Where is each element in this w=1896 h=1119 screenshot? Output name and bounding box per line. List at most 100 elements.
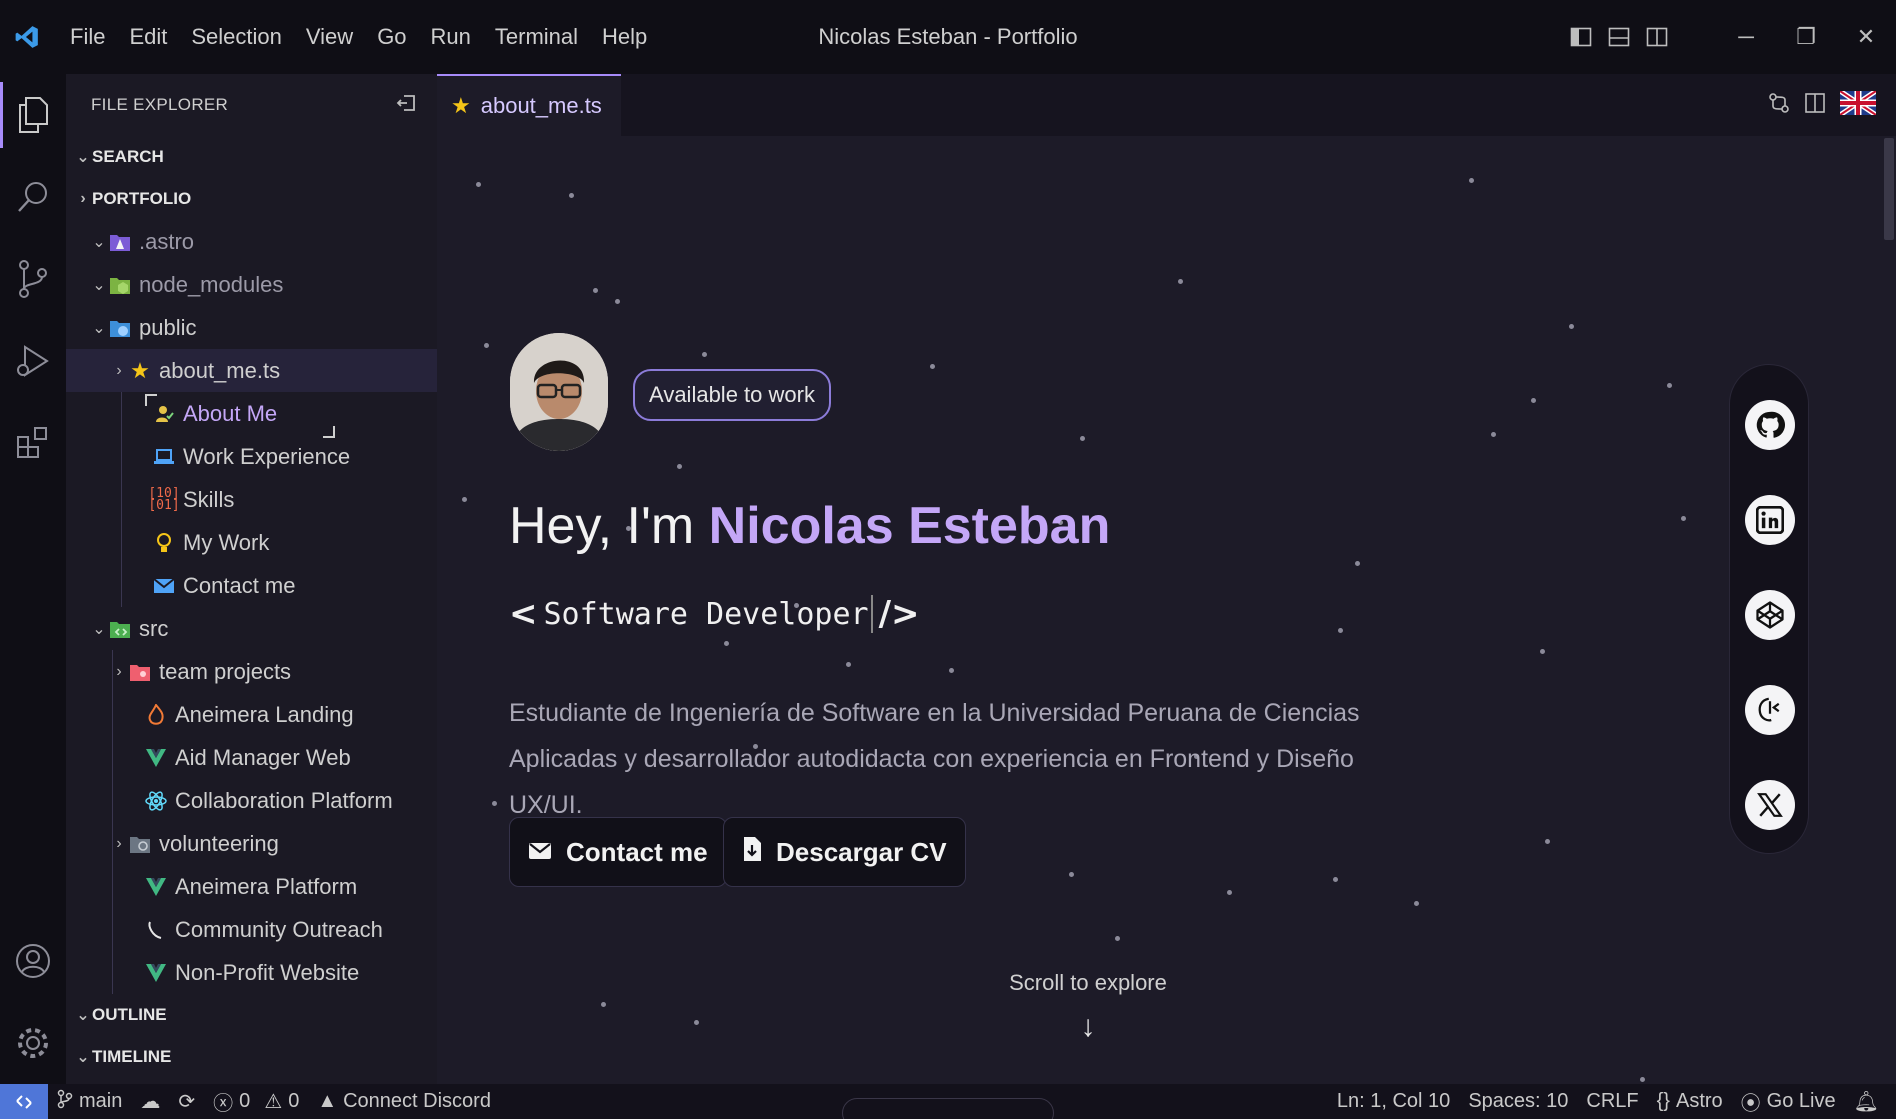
- social-links: [1729, 364, 1809, 854]
- go-live[interactable]: ⦿ Go Live: [1732, 1087, 1845, 1116]
- menu-terminal[interactable]: Terminal: [483, 0, 590, 74]
- minimize-icon[interactable]: ─: [1716, 0, 1776, 74]
- file-about-me[interactable]: › ★ about_me.ts: [66, 349, 437, 392]
- menu-run[interactable]: Run: [419, 0, 483, 74]
- section-timeline[interactable]: ⌄ TIMELINE: [66, 1036, 437, 1078]
- user-check-icon: [152, 402, 176, 426]
- indentation[interactable]: Spaces: 10: [1459, 1090, 1577, 1113]
- restore-icon[interactable]: ❐: [1776, 0, 1836, 74]
- compare-changes-icon[interactable]: [1768, 92, 1790, 119]
- connect-discord[interactable]: ▲ Connect Discord: [308, 1090, 500, 1113]
- uk-flag-icon[interactable]: [1838, 88, 1878, 120]
- star-dot: [1490, 432, 1496, 438]
- command-center[interactable]: [842, 1098, 1054, 1119]
- language-mode[interactable]: {} Astro: [1648, 1090, 1732, 1113]
- split-editor-icon[interactable]: [1804, 92, 1826, 119]
- hero-name: Nicolas Esteban: [708, 497, 1111, 555]
- publish-icon[interactable]: ☁: [131, 1089, 169, 1114]
- close-icon[interactable]: ✕: [1836, 0, 1896, 74]
- braces-icon: {}: [1656, 1090, 1670, 1112]
- account-icon[interactable]: [0, 920, 66, 1002]
- src-folder-icon: [108, 617, 132, 641]
- chevron-down-icon: ⌄: [76, 1007, 90, 1024]
- folder-astro[interactable]: ⌄ .astro: [66, 220, 437, 263]
- project-aneimera-platform[interactable]: Aneimera Platform: [66, 865, 437, 908]
- project-community-outreach[interactable]: Community Outreach: [66, 908, 437, 951]
- warning-icon: ⚠: [264, 1091, 283, 1113]
- github-icon[interactable]: [1745, 400, 1795, 450]
- nav-my-work[interactable]: My Work: [66, 521, 437, 564]
- avatar: [510, 333, 608, 451]
- html-flame-icon: [144, 703, 168, 727]
- folder-src[interactable]: ⌄ src: [66, 607, 437, 650]
- star-dot: [593, 288, 598, 293]
- settings-icon[interactable]: [0, 1002, 66, 1084]
- contact-me-button[interactable]: Contact me: [509, 817, 727, 887]
- menu-go[interactable]: Go: [365, 0, 418, 74]
- lightbulb-icon: [152, 531, 176, 555]
- star-dot: [1079, 436, 1085, 442]
- menu-edit[interactable]: Edit: [117, 0, 179, 74]
- nav-skills[interactable]: [10] [01] Skills: [66, 478, 437, 521]
- project-collaboration-platform[interactable]: Collaboration Platform: [66, 779, 437, 822]
- bio-description: Estudiante de Ingeniería de Software en …: [509, 699, 1360, 819]
- editor-scrollbar[interactable]: [1882, 136, 1896, 1084]
- extensions-icon[interactable]: [0, 402, 66, 484]
- role-open-bracket: <: [509, 594, 538, 634]
- codigofacilito-icon[interactable]: [1745, 685, 1795, 735]
- folder-public[interactable]: ⌄ public: [66, 306, 437, 349]
- project-aneimera-landing[interactable]: Aneimera Landing: [66, 693, 437, 736]
- toggle-secondary-sidebar-icon[interactable]: [1638, 0, 1676, 74]
- x-icon[interactable]: [1745, 780, 1795, 830]
- sync-icon[interactable]: ⟳: [169, 1089, 204, 1114]
- star-icon: ★: [451, 93, 471, 118]
- problems[interactable]: ⓧ 0 ⚠ 0: [204, 1087, 308, 1116]
- star-dot: [1468, 177, 1474, 183]
- section-outline[interactable]: ⌄ OUTLINE: [66, 994, 437, 1036]
- tab-about-me[interactable]: ★ about_me.ts: [437, 74, 621, 136]
- folder-volunteering[interactable]: › volunteering: [66, 822, 437, 865]
- section-portfolio[interactable]: › PORTFOLIO: [66, 178, 437, 220]
- menu-view[interactable]: View: [294, 0, 365, 74]
- menu-help[interactable]: Help: [590, 0, 659, 74]
- nav-contact-me[interactable]: Contact me: [66, 564, 437, 607]
- line-endings[interactable]: CRLF: [1577, 1090, 1647, 1113]
- vue-icon: [144, 875, 168, 899]
- star-dot: [930, 364, 936, 369]
- phone-icon: [144, 918, 168, 942]
- linkedin-icon[interactable]: [1745, 495, 1795, 545]
- scroll-thumb[interactable]: [1884, 138, 1894, 240]
- toggle-panel-icon[interactable]: [1600, 0, 1638, 74]
- star-dot: [1681, 516, 1686, 521]
- run-debug-icon[interactable]: [0, 320, 66, 402]
- arrow-down-icon[interactable]: ↓: [437, 1010, 1739, 1044]
- download-cv-button[interactable]: Descargar CV: [723, 817, 966, 887]
- star-dot: [1414, 900, 1420, 906]
- node-folder-icon: [108, 273, 132, 297]
- star-dot: [1226, 890, 1232, 896]
- star-dot: [1531, 398, 1537, 404]
- collapse-sidebar-icon[interactable]: [395, 92, 417, 119]
- files-icon[interactable]: [0, 74, 66, 156]
- section-search[interactable]: ⌄ SEARCH: [66, 136, 437, 178]
- folder-team-projects[interactable]: › team projects: [66, 650, 437, 693]
- git-branch[interactable]: main: [48, 1089, 131, 1115]
- notifications-icon[interactable]: 🔔︎: [1845, 1089, 1888, 1114]
- menu-file[interactable]: File: [58, 0, 117, 74]
- codepen-icon[interactable]: [1745, 590, 1795, 640]
- chevron-down-icon: ⌄: [76, 1049, 90, 1066]
- vue-icon: [144, 746, 168, 770]
- folder-node-modules[interactable]: ⌄ node_modules: [66, 263, 437, 306]
- nav-work-experience[interactable]: Work Experience: [66, 435, 437, 478]
- remote-icon[interactable]: [0, 1084, 48, 1119]
- nav-about-me[interactable]: About Me: [66, 392, 437, 435]
- search-icon[interactable]: [0, 156, 66, 238]
- title-bar: File Edit Selection View Go Run Terminal…: [0, 0, 1896, 74]
- project-non-profit-website[interactable]: Non-Profit Website: [66, 951, 437, 994]
- cursor-position[interactable]: Ln: 1, Col 10: [1328, 1090, 1459, 1113]
- toggle-sidebar-icon[interactable]: [1562, 0, 1600, 74]
- menu-selection[interactable]: Selection: [179, 0, 294, 74]
- star-icon: ★: [130, 357, 150, 383]
- source-control-icon[interactable]: [0, 238, 66, 320]
- project-aid-manager-web[interactable]: Aid Manager Web: [66, 736, 437, 779]
